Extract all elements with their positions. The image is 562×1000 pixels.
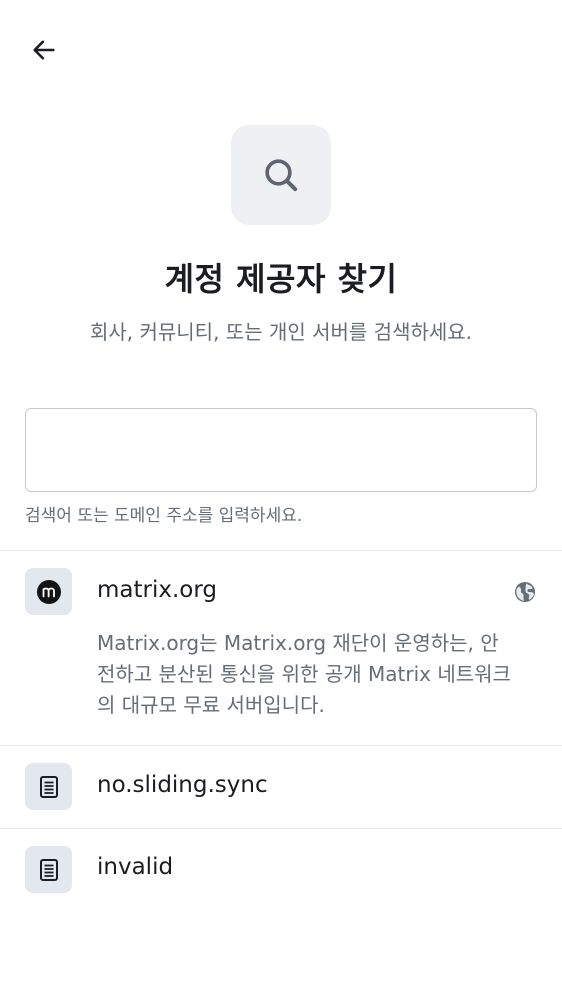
result-icon-container	[25, 568, 72, 615]
provider-search-screen: 계정 제공자 찾기 회사, 커뮤니티, 또는 개인 서버를 검색하세요. 검색어…	[0, 0, 562, 1000]
back-button[interactable]	[24, 30, 64, 70]
search-icon	[265, 159, 298, 192]
result-icon-container	[25, 763, 72, 810]
result-item-invalid[interactable]	[0, 829, 562, 911]
page-subtitle: 회사, 커뮤니티, 또는 개인 서버를 검색하세요.	[89, 320, 473, 344]
globe-icon	[515, 582, 535, 602]
matrix-logo-icon	[36, 579, 61, 604]
page-title: 계정 제공자 찾기	[164, 260, 398, 298]
result-name: invalid	[97, 854, 174, 880]
result-name: matrix.org	[97, 577, 218, 603]
search-helper-text: 검색어 또는 도메인 주소를 입력하세요.	[25, 506, 303, 526]
arrow-left-icon	[33, 40, 55, 60]
result-item-no-sliding-sync[interactable]	[0, 746, 562, 828]
hero-search-badge	[231, 125, 331, 225]
server-icon	[39, 775, 58, 798]
result-description: Matrix.org는 Matrix.org 재단이 운영하는, 안전하고 분산…	[97, 631, 511, 717]
search-input[interactable]	[25, 408, 537, 492]
server-icon	[39, 858, 58, 881]
result-icon-container	[25, 846, 72, 893]
result-name: no.sliding.sync	[97, 772, 268, 798]
